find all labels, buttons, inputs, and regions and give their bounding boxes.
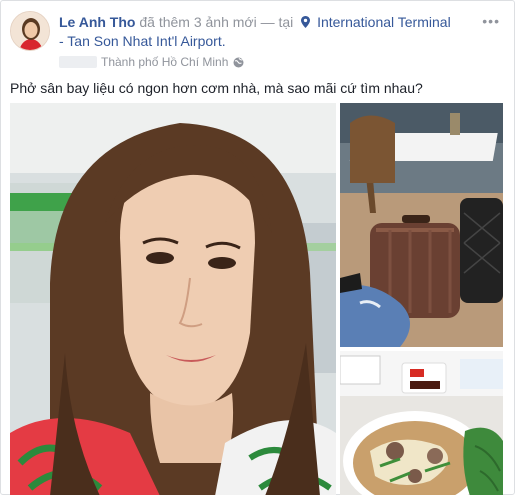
timestamp-blurred[interactable] [59,56,97,68]
pho-image [340,351,503,495]
post-action: đã thêm 3 ảnh mới [139,14,257,30]
post-caption: Phở sân bay liệu có ngon hơn cơm nhà, mà… [10,80,423,96]
post-header: Le Anh Tho đã thêm 3 ảnh mới — tại Inter… [59,13,459,51]
selfie-image [10,103,336,495]
more-options-icon[interactable]: ••• [482,13,500,29]
author-name[interactable]: Le Anh Tho [59,14,135,30]
photo-selfie[interactable] [10,103,336,495]
post-meta: Thành phố Hồ Chí Minh [59,55,244,69]
luggage-image [340,103,503,347]
photo-pho[interactable] [340,351,503,495]
facebook-post: Le Anh Tho đã thêm 3 ảnh mới — tại Inter… [0,0,515,495]
location-prefix: tại [278,14,294,30]
map-pin-icon [301,16,311,28]
avatar-image [11,12,49,50]
city-label[interactable]: Thành phố Hồ Chí Minh [101,55,228,69]
avatar[interactable] [10,11,50,51]
photo-luggage[interactable] [340,103,503,347]
separator: — [260,14,275,30]
globe-icon[interactable] [233,57,244,68]
photo-grid [10,103,503,495]
